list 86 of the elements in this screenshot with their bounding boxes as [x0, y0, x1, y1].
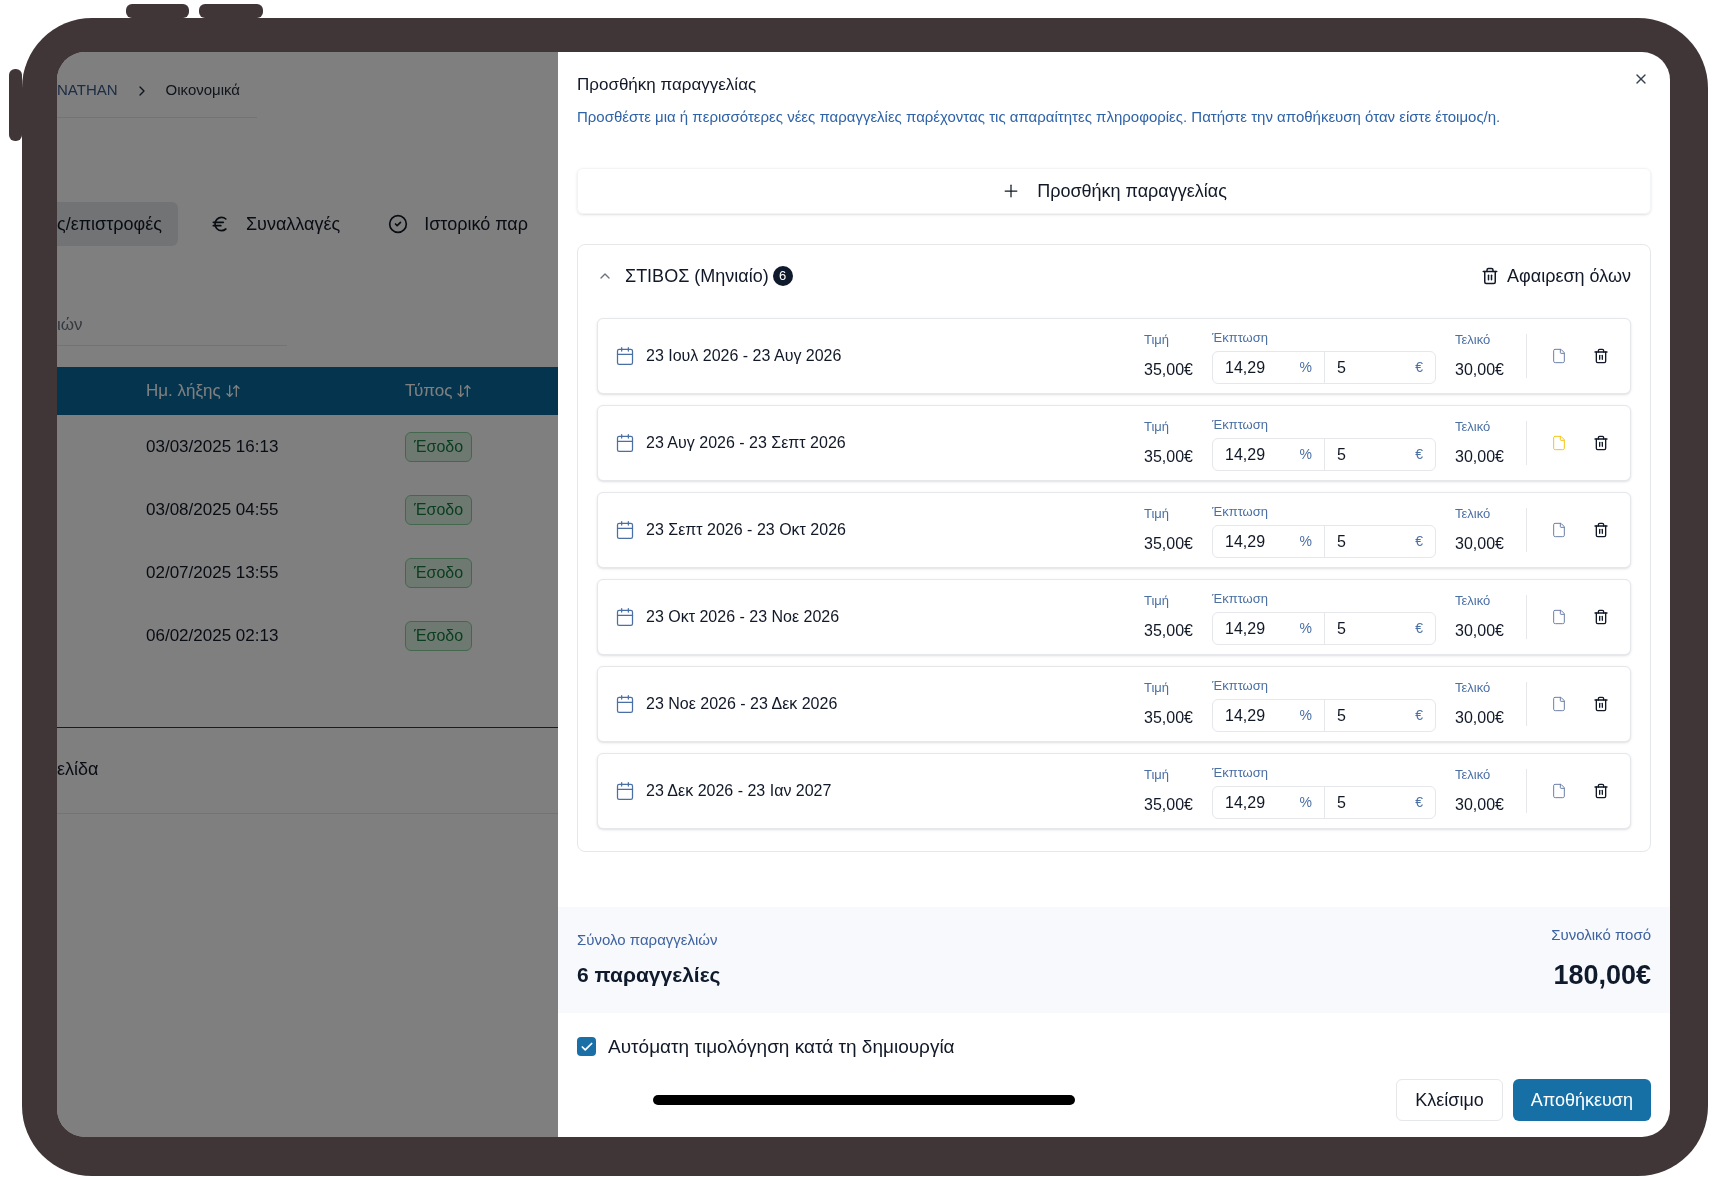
status-badge: Έσοδο	[405, 620, 473, 651]
final-label: Τελικό	[1455, 766, 1492, 785]
orders-label: Σύνολο παραγγελιών	[577, 929, 719, 950]
date-range: 23 Ιουλ 2026 - 23 Αυγ 2026	[646, 346, 843, 366]
note-icon	[1551, 348, 1567, 364]
table-cell-text: 03/08/2025 04:55	[146, 498, 280, 521]
breadcrumb-current: Οικονομικά	[165, 80, 241, 101]
price-label: Τιμή	[1144, 679, 1171, 698]
sort-icon	[456, 383, 473, 399]
price-value: 35,00€	[1144, 533, 1194, 554]
checkbox-label: Αυτόματη τιμολόγηση κατά τη δημιουργία	[608, 1034, 955, 1059]
group-title: ΣΤΙΒΟΣ (Μηνιαίο)	[625, 264, 769, 288]
price-label: Τιμή	[1144, 766, 1171, 785]
calendar-icon	[615, 694, 635, 714]
final-value: 30,00€	[1455, 446, 1505, 467]
total-amount: 180,00€	[1553, 958, 1651, 992]
date-range: 23 Σεπτ 2026 - 23 Οκτ 2026	[646, 520, 847, 540]
calendar-icon	[615, 607, 635, 627]
price-label: Τιμή	[1144, 592, 1171, 611]
trash-icon	[1593, 696, 1609, 712]
price-label: Τιμή	[1144, 505, 1171, 524]
final-label: Τελικό	[1455, 592, 1492, 611]
tab[interactable]: Ιστορικό παρ	[372, 202, 544, 246]
save-button[interactable]: Αποθήκευση	[1512, 1079, 1651, 1121]
final-label: Τελικό	[1455, 418, 1492, 437]
final-value: 30,00€	[1455, 533, 1505, 554]
pagination-text: ελίδα	[57, 758, 100, 781]
table-cell-text: 02/07/2025 13:55	[146, 561, 280, 584]
table-cell-text: 06/02/2025 02:13	[146, 624, 280, 647]
date-range: 23 Αυγ 2026 - 23 Σεπτ 2026	[646, 433, 847, 453]
table-cell-text: 03/03/2025 16:13	[146, 435, 280, 458]
discount-label: Έκπτωση	[1212, 415, 1270, 434]
discount-label: Έκπτωση	[1212, 763, 1270, 782]
remove-all-button[interactable]: Αφαιρεση όλων	[1481, 262, 1631, 290]
final-value: 30,00€	[1455, 359, 1505, 380]
price-label: Τιμή	[1144, 331, 1171, 350]
trash-icon	[1593, 522, 1609, 538]
add-order-button[interactable]: Προσθήκη παραγγελίας	[577, 168, 1651, 214]
tab[interactable]: Συναλλαγές	[193, 202, 357, 246]
discount-label: Έκπτωση	[1212, 328, 1270, 347]
calendar-icon	[615, 346, 635, 366]
status-badge: Έσοδο	[405, 557, 473, 588]
sort-icon	[224, 383, 241, 399]
orders-count: 6 παραγγελίες	[577, 962, 721, 988]
calendar-icon	[615, 781, 635, 801]
final-value: 30,00€	[1455, 707, 1505, 728]
note-icon	[1551, 609, 1567, 625]
discount-label: Έκπτωση	[1212, 676, 1270, 695]
trash-icon	[1593, 609, 1609, 625]
date-range: 23 Οκτ 2026 - 23 Νοε 2026	[646, 607, 841, 627]
tab[interactable]: ς/επιστροφές	[57, 202, 178, 246]
trash-icon	[1593, 435, 1609, 451]
price-value: 35,00€	[1144, 359, 1194, 380]
final-label: Τελικό	[1455, 331, 1492, 350]
note-icon	[1551, 522, 1567, 538]
note-icon	[1551, 783, 1567, 799]
final-value: 30,00€	[1455, 620, 1505, 641]
final-label: Τελικό	[1455, 679, 1492, 698]
check-circle-icon	[388, 214, 409, 234]
price-value: 35,00€	[1144, 707, 1194, 728]
trash-icon	[1593, 783, 1609, 799]
final-label: Τελικό	[1455, 505, 1492, 524]
calendar-icon	[615, 433, 635, 453]
price-value: 35,00€	[1144, 794, 1194, 815]
close-dialog-button[interactable]: Κλείσιμο	[1396, 1079, 1503, 1121]
breadcrumb-link[interactable]: NATHAN	[57, 79, 118, 102]
discount-label: Έκπτωση	[1212, 589, 1270, 608]
modal-description: Προσθέστε μια ή περισσότερες νέες παραγγελίες παρέχοντας τις απαραίτητες πληροφορίες. Πατήστε την αποθήκευση όταν είστε έτοιμος/η.	[577, 106, 1502, 127]
discount-label: Έκπτωση	[1212, 502, 1270, 521]
date-range: 23 Νοε 2026 - 23 Δεκ 2026	[646, 694, 839, 714]
total-label: Συνολικό ποσό	[1551, 925, 1651, 945]
price-value: 35,00€	[1144, 620, 1194, 641]
calendar-icon	[615, 520, 635, 540]
status-badge: Έσοδο	[405, 431, 473, 462]
status-badge: Έσοδο	[405, 494, 473, 525]
trash-icon	[1481, 267, 1500, 285]
modal-title: Προσθήκη παραγγελίας	[577, 74, 757, 96]
count-badge: 6	[772, 266, 793, 286]
final-value: 30,00€	[1455, 794, 1505, 815]
trash-icon	[1593, 348, 1609, 364]
note-icon	[1551, 696, 1567, 712]
price-label: Τιμή	[1144, 418, 1171, 437]
note-icon	[1551, 435, 1567, 451]
price-value: 35,00€	[1144, 446, 1194, 467]
checkbox[interactable]	[577, 1037, 596, 1057]
date-range: 23 Δεκ 2026 - 23 Ιαν 2027	[646, 781, 833, 801]
